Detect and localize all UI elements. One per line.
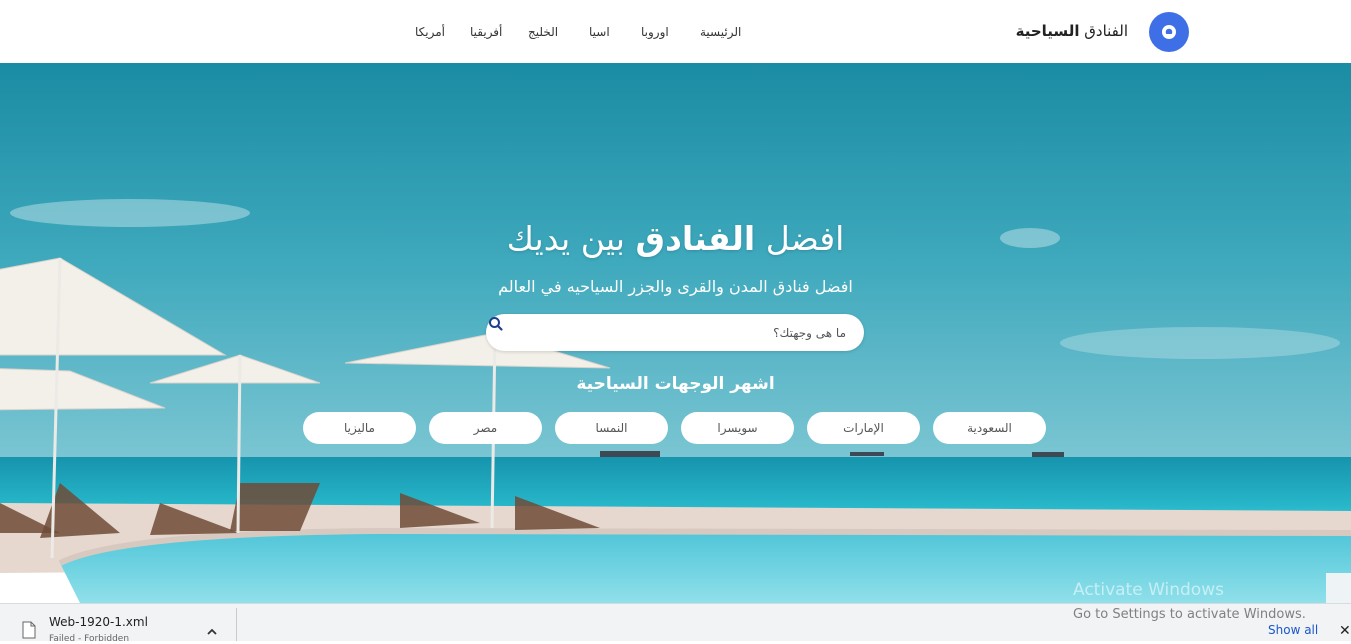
brand-logo[interactable] [1149, 12, 1189, 52]
brand-title-light: الفنادق [1084, 22, 1128, 40]
chevron-up-icon[interactable] [205, 625, 219, 639]
hero-title-part1: افضل [765, 219, 845, 258]
brand-title[interactable]: الفنادق السياحية [1000, 22, 1128, 40]
popular-destinations-title: اشهر الوجهات السياحية [576, 374, 775, 394]
download-file-name[interactable]: Web-1920-1.xml [49, 615, 148, 629]
search-input[interactable] [526, 314, 846, 351]
map-pin-icon [1162, 25, 1176, 39]
hero-section: افضل الفنادق بين يديك افضل فنادق المدن و… [0, 63, 1351, 603]
nav-item-gulf[interactable]: الخليج [528, 25, 558, 39]
destination-pill-saudi[interactable]: السعودية [933, 412, 1046, 444]
brand-title-bold: السياحية [1015, 22, 1080, 40]
destination-pill-malaysia[interactable]: ماليزيا [303, 412, 416, 444]
search-icon[interactable] [486, 314, 506, 334]
nav-item-asia[interactable]: اسيا [589, 25, 610, 39]
nav-item-africa[interactable]: أفريقيا [470, 25, 502, 39]
search-box [486, 314, 864, 351]
close-icon[interactable]: ✕ [1339, 623, 1351, 639]
nav-item-home[interactable]: الرئيسية [700, 25, 741, 39]
destination-pill-switzerland[interactable]: سويسرا [681, 412, 794, 444]
destination-pill-austria[interactable]: النمسا [555, 412, 668, 444]
activate-windows-title: Activate Windows [1073, 580, 1224, 600]
destination-pill-uae[interactable]: الإمارات [807, 412, 920, 444]
file-icon [22, 621, 36, 639]
hero-title-part3: بين يديك [506, 219, 625, 258]
hero-subtitle: افضل فنادق المدن والقرى والجزر السياحيه … [498, 277, 853, 296]
destination-pill-egypt[interactable]: مصر [429, 412, 542, 444]
activate-windows-subtitle: Go to Settings to activate Windows. [1073, 607, 1306, 622]
download-status: Failed - Forbidden [49, 634, 130, 644]
hero-title-highlight: الفنادق [635, 219, 756, 258]
nav-item-europe[interactable]: اوروبا [641, 25, 669, 39]
top-navbar: الفنادق السياحية الرئيسية اوروبا اسيا ال… [0, 0, 1351, 64]
hero-title: افضل الفنادق بين يديك [0, 219, 1351, 258]
download-divider [236, 608, 237, 641]
nav-item-america[interactable]: أمريكا [415, 25, 445, 39]
show-all-link[interactable]: Show all [1268, 623, 1318, 637]
